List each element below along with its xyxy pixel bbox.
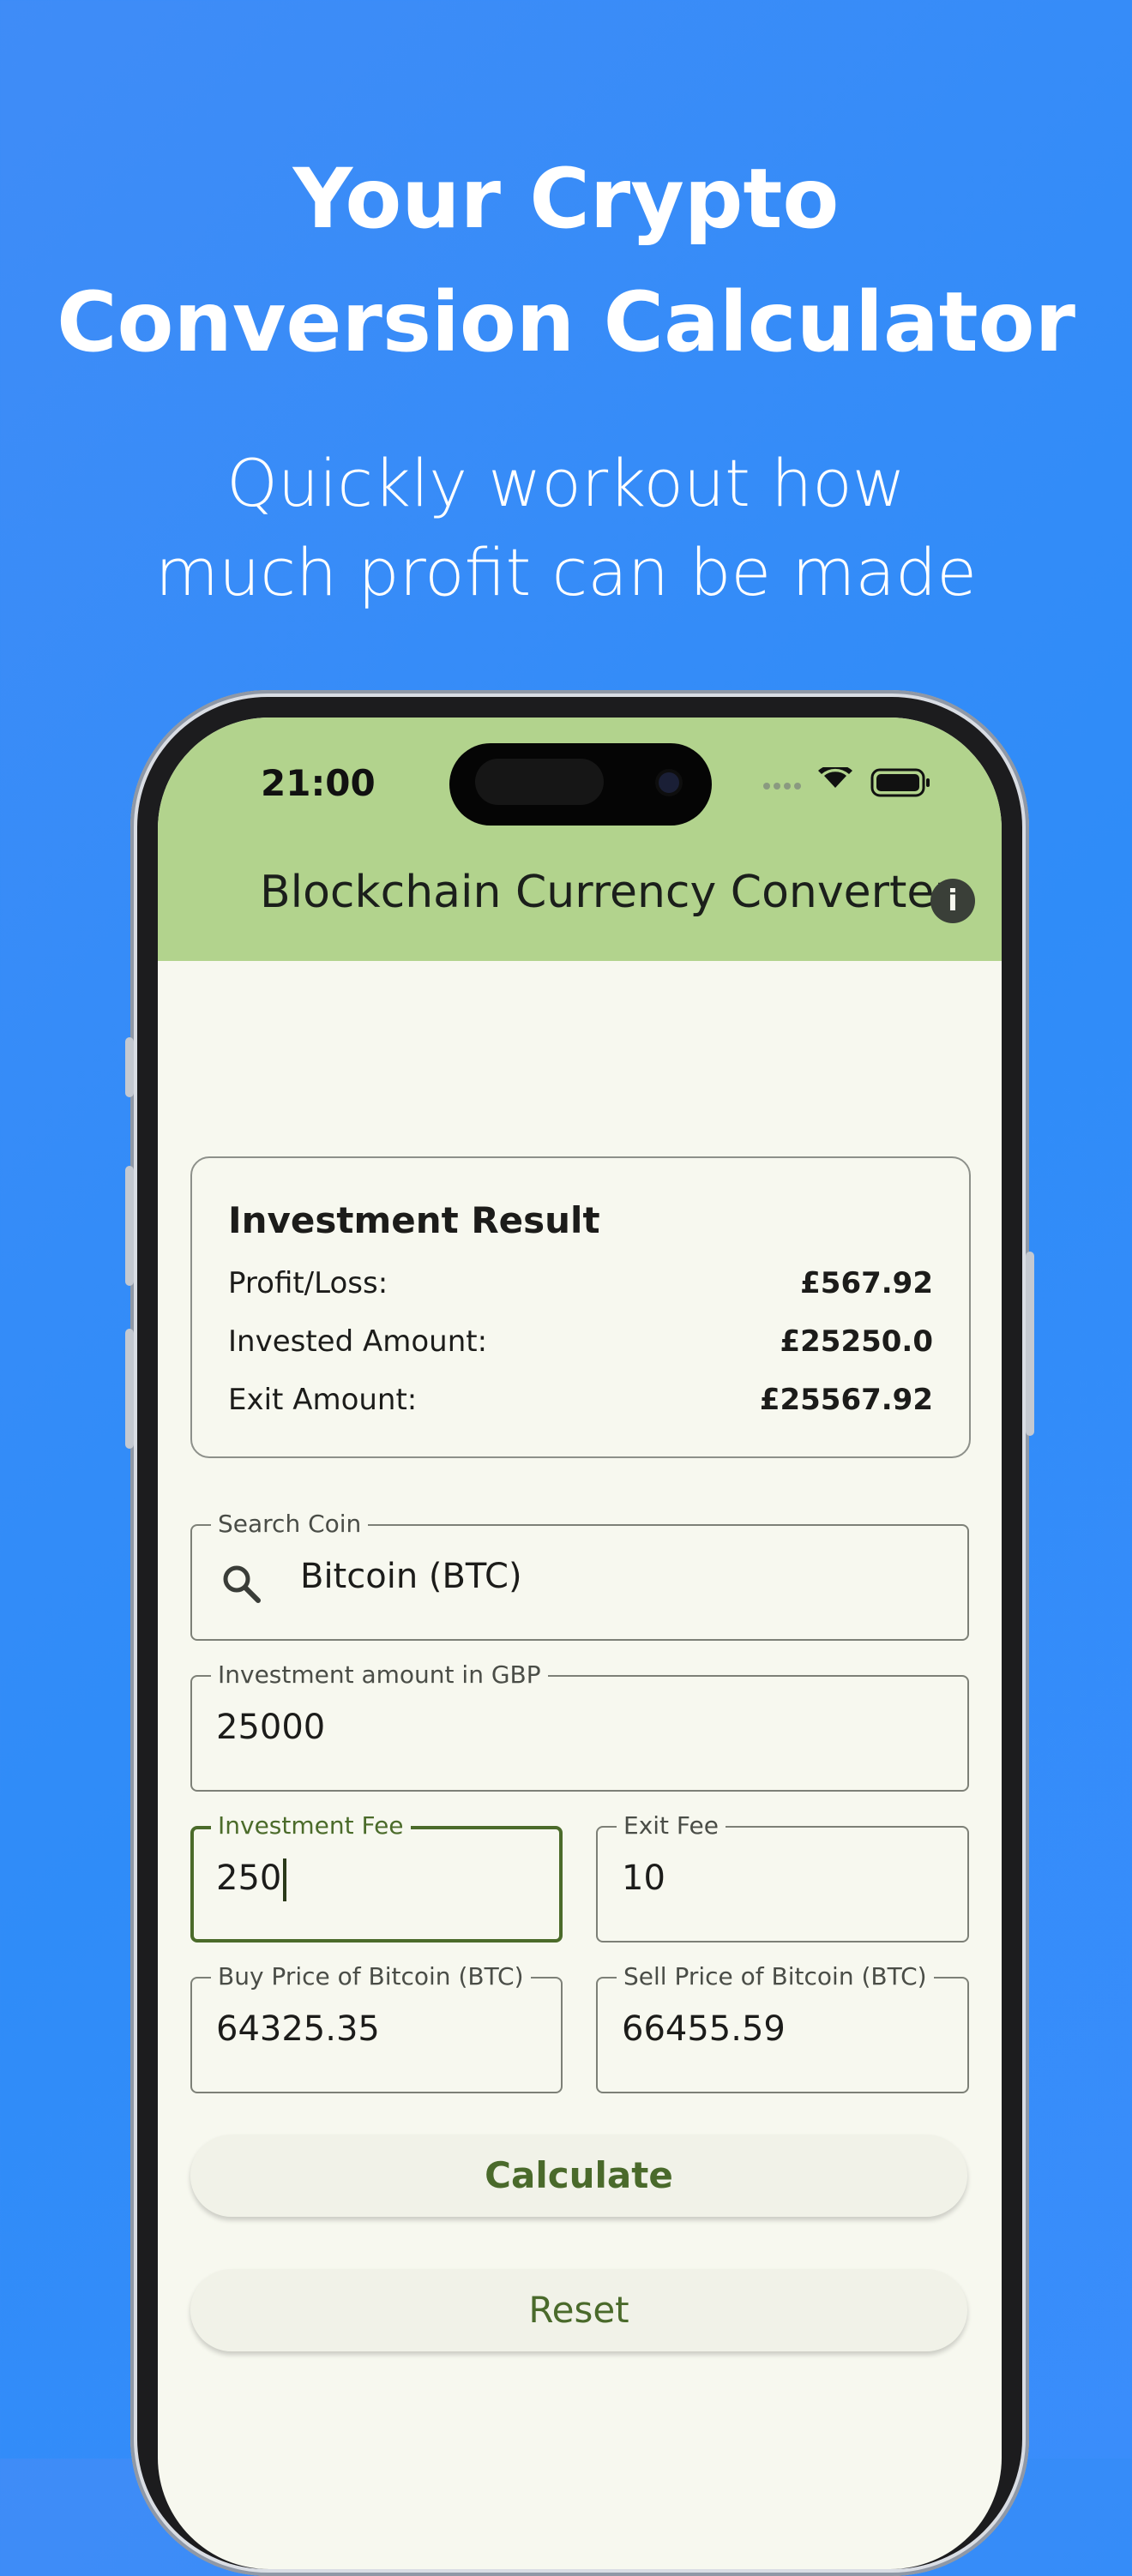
result-row-exit: Exit Amount: £25567.92 (228, 1383, 933, 1419)
investment-amount-input[interactable]: 25000 (216, 1708, 325, 1747)
field-label: Search Coin (211, 1510, 369, 1538)
power-button (1026, 1252, 1034, 1436)
info-icon[interactable]: i (930, 879, 975, 923)
search-icon (223, 1565, 261, 1603)
investment-fee-input[interactable]: 250 (216, 1858, 287, 1901)
field-label: Sell Price of Bitcoin (BTC) (617, 1963, 934, 1991)
result-label: Invested Amount: (228, 1324, 488, 1359)
status-icons (763, 767, 930, 797)
dynamic-island (449, 743, 712, 826)
app-title: Blockchain Currency Converter (260, 867, 953, 918)
field-label: Exit Fee (617, 1812, 726, 1840)
app-bar: 21:00 Blockchain Currency Converter i (158, 718, 1002, 961)
phone-frame: 21:00 Blockchain Currency Converter i In… (125, 690, 1034, 2576)
investment-fee-field[interactable]: Investment Fee 250 (190, 1812, 563, 1943)
result-value: £567.92 (800, 1266, 933, 1300)
app-screen: 21:00 Blockchain Currency Converter i In… (158, 718, 1002, 2569)
volume-up-button (125, 1166, 134, 1286)
hero-subtitle-line-2: much profit can be made (155, 534, 977, 610)
wifi-icon (818, 767, 852, 788)
result-title: Investment Result (228, 1199, 600, 1241)
investment-amount-field[interactable]: Investment amount in GBP 25000 (190, 1661, 969, 1792)
calculate-button[interactable]: Calculate (190, 2135, 967, 2217)
field-label: Investment amount in GBP (211, 1661, 548, 1689)
buy-price-input[interactable]: 64325.35 (216, 2009, 380, 2049)
hero-title-line-1: Your Crypto (292, 151, 840, 247)
field-label: Investment Fee (211, 1812, 411, 1840)
field-label: Buy Price of Bitcoin (BTC) (211, 1963, 531, 1991)
hero-subtitle: Quickly workout how much profit can be m… (0, 439, 1132, 617)
investment-result-card: Investment Result Profit/Loss: £567.92 I… (190, 1156, 971, 1458)
silent-switch (125, 1037, 134, 1097)
hero-subtitle-line-1: Quickly workout how (226, 445, 906, 521)
hero-title-line-2: Conversion Calculator (57, 274, 1075, 370)
result-row-profit: Profit/Loss: £567.92 (228, 1266, 933, 1302)
investment-fee-value: 250 (216, 1858, 282, 1898)
result-value: £25250.0 (780, 1324, 933, 1359)
status-time: 21:00 (261, 762, 376, 804)
search-coin-field[interactable]: Search Coin Bitcoin (BTC) (190, 1510, 969, 1641)
reset-button[interactable]: Reset (190, 2269, 967, 2351)
text-cursor (283, 1858, 287, 1901)
result-label: Exit Amount: (228, 1383, 418, 1417)
cellular-signal-icon (763, 783, 801, 790)
sell-price-field[interactable]: Sell Price of Bitcoin (BTC) 66455.59 (596, 1963, 969, 2093)
result-row-invested: Invested Amount: £25250.0 (228, 1324, 933, 1360)
hero-title: Your Crypto Conversion Calculator (0, 137, 1132, 384)
search-input[interactable]: Bitcoin (BTC) (300, 1557, 522, 1596)
battery-icon (870, 768, 930, 797)
result-label: Profit/Loss: (228, 1266, 388, 1300)
sell-price-input[interactable]: 66455.59 (622, 2009, 786, 2049)
exit-fee-input[interactable]: 10 (622, 1858, 665, 1898)
buy-price-field[interactable]: Buy Price of Bitcoin (BTC) 64325.35 (190, 1963, 563, 2093)
volume-down-button (125, 1329, 134, 1449)
result-value: £25567.92 (759, 1383, 933, 1417)
exit-fee-field[interactable]: Exit Fee 10 (596, 1812, 969, 1943)
